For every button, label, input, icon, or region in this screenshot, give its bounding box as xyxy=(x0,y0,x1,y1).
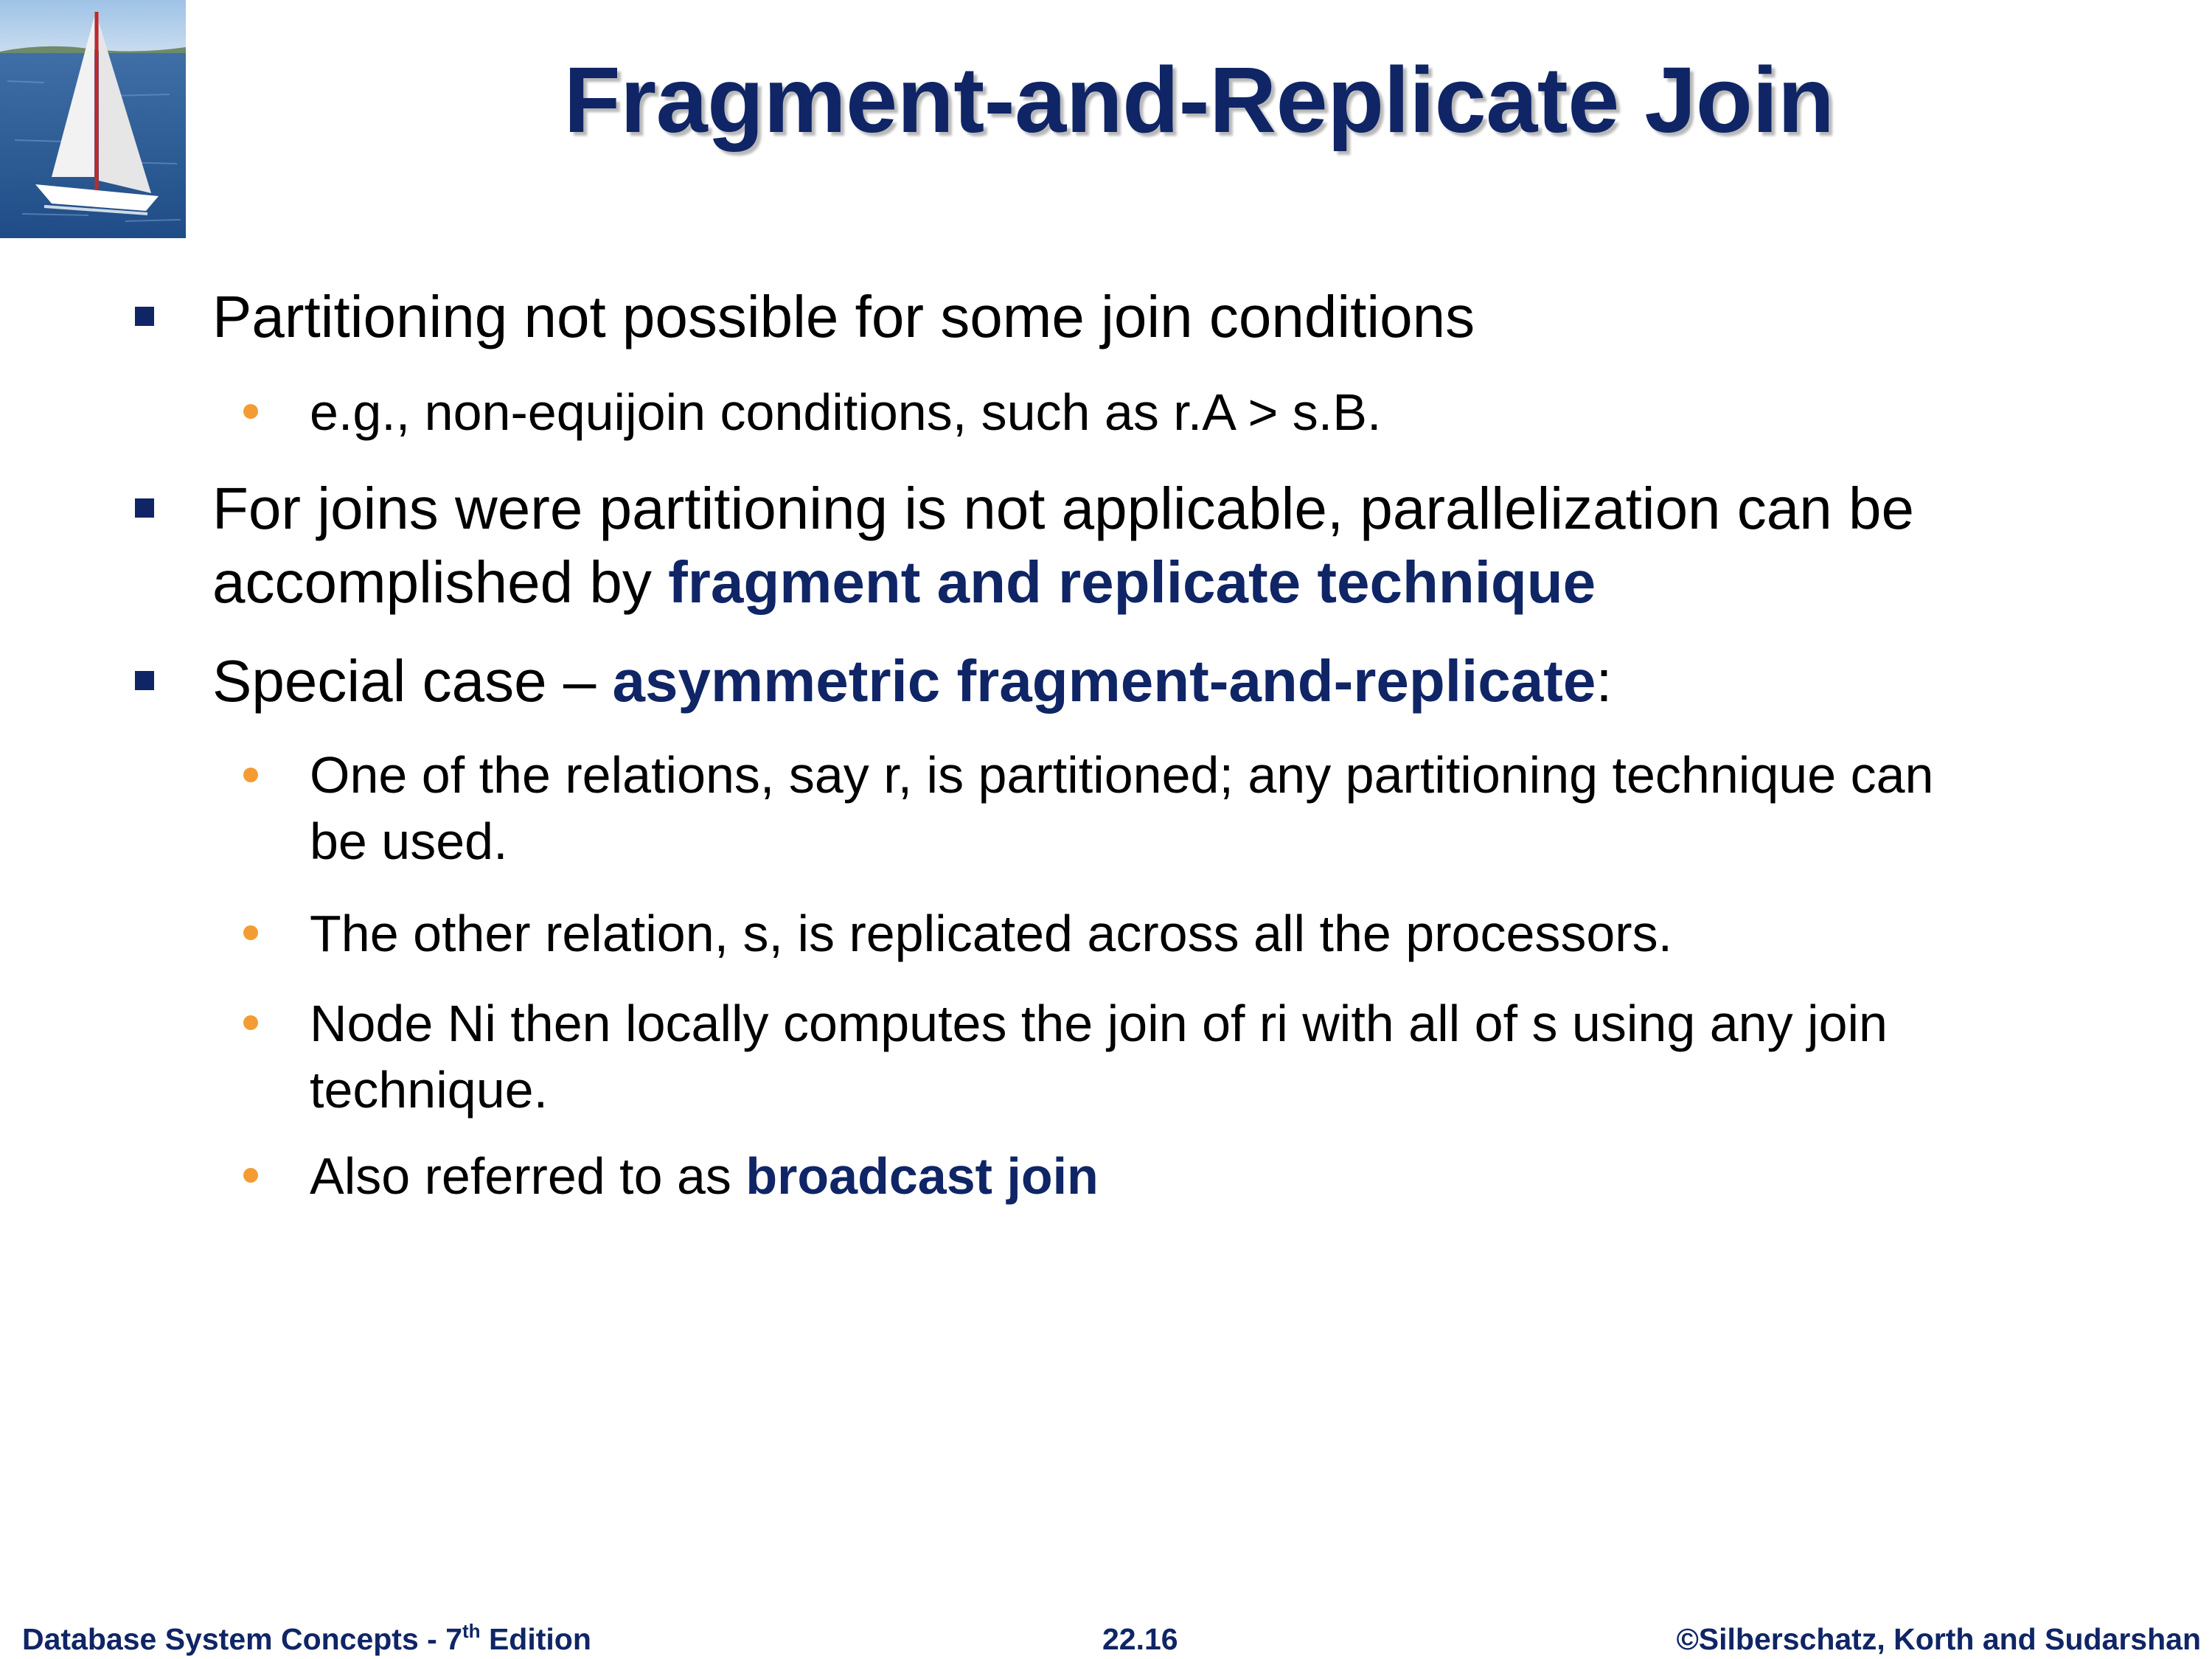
footer-book-title-main: Database System Concepts - 7 xyxy=(22,1622,463,1656)
footer-book-title-tail: Edition xyxy=(480,1622,591,1656)
dot-bullet-icon xyxy=(243,1168,258,1183)
highlight-asymmetric-fragment-replicate: asymmetric fragment-and-replicate xyxy=(612,648,1596,714)
bullet-partitioning: Partitioning not possible for some join … xyxy=(212,284,1475,349)
bullet-fragment-replicate-technique: For joins were partitioning is not appli… xyxy=(212,472,2056,619)
dot-bullet-icon xyxy=(243,768,258,782)
slide-content: Partitioning not possible for some join … xyxy=(0,0,2212,1548)
square-bullet-icon xyxy=(135,307,154,326)
sub-bullet-line-1: One of the relations, say r, is partitio… xyxy=(310,746,1934,804)
square-bullet-icon xyxy=(135,671,154,690)
sub-bullet-node-computes-join: Node Ni then locally computes the join o… xyxy=(310,990,2094,1123)
sub-bullet-non-equijoin: e.g., non-equijoin conditions, such as r… xyxy=(310,383,1382,441)
footer-slide-number: 22.16 xyxy=(1102,1622,1178,1656)
dot-bullet-icon xyxy=(243,404,258,419)
sub-bullet-line-1: Node Ni then locally computes the join o… xyxy=(310,995,1888,1052)
broadcast-prefix: Also referred to as xyxy=(310,1147,746,1205)
sub-bullet-relation-partitioned: One of the relations, say r, is partitio… xyxy=(310,742,2094,874)
footer-book-title-sup: th xyxy=(462,1620,481,1642)
bullet-special-case: Special case – asymmetric fragment-and-r… xyxy=(212,644,2056,718)
highlight-fragment-replicate-technique: fragment and replicate technique xyxy=(668,549,1596,615)
square-bullet-icon xyxy=(135,498,154,518)
bullet-line-1: For joins were partitioning is not appli… xyxy=(212,476,1914,541)
sub-bullet-line-2: technique. xyxy=(310,1061,549,1119)
dot-bullet-icon xyxy=(243,1015,258,1030)
footer-book-title: Database System Concepts - 7th Edition xyxy=(22,1621,591,1658)
sub-bullet-relation-replicated: The other relation, s, is replicated acr… xyxy=(310,905,1673,962)
bullet-line-2-prefix: accomplished by xyxy=(212,549,669,615)
sub-bullet-broadcast-join: Also referred to as broadcast join xyxy=(310,1143,2094,1209)
special-case-prefix: Special case – xyxy=(212,648,613,714)
highlight-broadcast-join: broadcast join xyxy=(745,1147,1099,1205)
sub-bullet-line-2: be used. xyxy=(310,813,508,870)
footer-copyright: ©Silberschatz, Korth and Sudarshan xyxy=(1676,1622,2201,1656)
special-case-suffix: : xyxy=(1596,648,1613,714)
dot-bullet-icon xyxy=(243,925,258,940)
